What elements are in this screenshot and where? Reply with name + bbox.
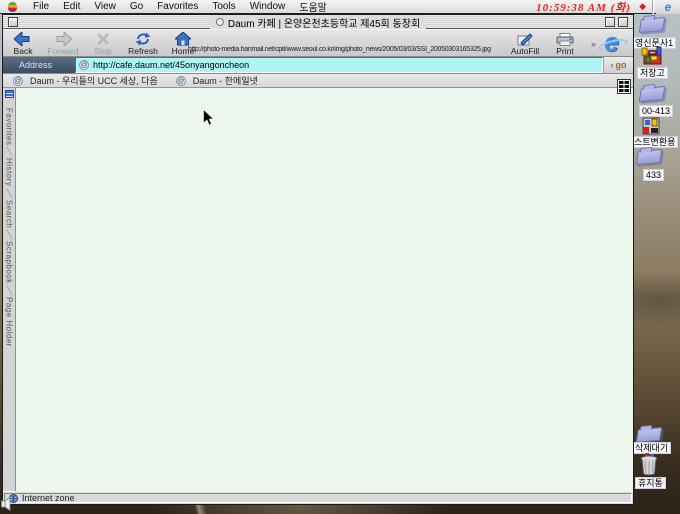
forward-label: Forward — [47, 46, 79, 56]
menubar-divider — [652, 0, 654, 14]
desktop-icon-label: 433 — [643, 169, 665, 181]
desktop-icon-folder-3[interactable] — [635, 148, 663, 166]
window-title: Daum 카페 | 온양온천초등학교 제45회 동창회 — [227, 18, 421, 30]
favorites-link-daum-ucc[interactable]: @ Daum - 우리들의 UCC 세상, 다음 — [13, 74, 158, 87]
print-label: Print — [556, 46, 574, 56]
address-label: Address — [3, 57, 75, 73]
desktop-icon-folder-2[interactable] — [638, 85, 666, 103]
autofill-label: AutoFill — [510, 46, 540, 56]
address-input[interactable]: @ http://cafe.daum.net/45onyangoncheon — [75, 57, 603, 73]
apple-menu-icon[interactable] — [8, 1, 17, 12]
tab-history[interactable]: History — [5, 158, 14, 186]
menubar-clock[interactable]: 10:59:38 AM (화) — [536, 0, 631, 15]
address-value: http://cafe.daum.net/45onyangoncheon — [93, 60, 250, 70]
desktop-icon-label: 스트변환용 — [631, 136, 679, 148]
tab-divider — [5, 285, 13, 296]
stop-button[interactable]: Stop — [83, 30, 123, 56]
trash-icon — [640, 453, 658, 476]
title-bar[interactable]: Daum 카페 | 온양온천초등학교 제45회 동창회 — [3, 15, 633, 30]
grid-widget-icon[interactable] — [617, 79, 631, 94]
close-box[interactable] — [8, 16, 18, 27]
menu-file[interactable]: File — [26, 1, 56, 12]
main-area: Favorites History Search Scrapbook Page … — [3, 88, 633, 491]
print-icon — [556, 32, 574, 46]
status-text: Internet zone — [22, 493, 75, 503]
collapse-box[interactable] — [618, 17, 628, 27]
page-content — [16, 88, 633, 491]
autofill-button[interactable]: AutoFill — [505, 30, 545, 56]
desktop-icon-label: 00-413 — [639, 105, 674, 117]
screen: 영신문사1 저장고 00-413 스트변환용 433 삭제대기 휴지통 File… — [0, 0, 680, 514]
ie-logo: e — [597, 27, 629, 57]
tab-divider — [5, 146, 13, 157]
menu-go[interactable]: Go — [123, 1, 150, 12]
tab-divider — [5, 188, 13, 199]
alert-diamond-icon: ◆ — [639, 1, 646, 11]
tab-search[interactable]: Search — [5, 200, 14, 228]
mouse-cursor — [203, 109, 214, 126]
forward-icon — [56, 32, 72, 46]
title-wrap: Daum 카페 | 온양온천초등학교 제45회 동창회 — [209, 15, 427, 30]
page-icon — [215, 18, 224, 26]
application-menu[interactable]: e — [656, 0, 680, 14]
tab-page-holder[interactable]: Page Holder — [5, 297, 14, 347]
refresh-icon — [135, 32, 151, 46]
stop-label: Stop — [94, 46, 112, 56]
menu-window[interactable]: Window — [243, 1, 293, 12]
back-button[interactable]: Back — [3, 30, 43, 56]
tab-scrapbook[interactable]: Scrapbook — [5, 241, 14, 284]
favorites-bar: @ Daum - 우리들의 UCC 세상, 다음 @ Daum - 한메일넷 — [3, 74, 633, 88]
menu-view[interactable]: View — [87, 1, 123, 12]
refresh-label: Refresh — [128, 46, 158, 56]
forward-button[interactable]: Forward — [43, 30, 83, 56]
status-bar: Internet zone — [3, 491, 633, 504]
status-panel: Internet zone — [4, 493, 632, 503]
favorites-link-label: Daum - 우리들의 UCC 세상, 다음 — [30, 76, 158, 86]
autofill-icon — [517, 32, 533, 46]
address-bar: Address @ http://cafe.daum.net/45onyango… — [3, 57, 633, 74]
menu-help[interactable]: 도움말 — [292, 0, 334, 14]
zoom-box[interactable] — [605, 17, 615, 27]
desktop-icon-folder-4[interactable] — [635, 426, 663, 444]
stop-icon — [96, 32, 110, 46]
back-icon — [14, 32, 30, 46]
toolbar-overflow-chevron[interactable]: » — [591, 39, 596, 49]
menu-bar: File Edit View Go Favorites Tools Window… — [0, 0, 680, 14]
back-label: Back — [13, 46, 33, 56]
desktop-icon-folder-1[interactable] — [638, 16, 666, 34]
speaker-icon[interactable] — [1, 497, 12, 511]
toolbar-url-text: http://photo-media.hanmail.net/cpit/www.… — [188, 46, 491, 53]
menu-tools[interactable]: Tools — [205, 1, 242, 12]
toolbar: Back Forward Stop Refresh Home http://ph… — [3, 27, 633, 57]
browser-window: Daum 카페 | 온양온천초등학교 제45회 동창회 Back Forward — [2, 14, 634, 505]
refresh-button[interactable]: Refresh — [123, 30, 163, 56]
favicon-icon: @ — [175, 75, 186, 86]
menu-edit[interactable]: Edit — [56, 1, 87, 12]
folder-icon — [638, 85, 666, 103]
folder-icon — [638, 16, 666, 34]
home-icon — [175, 32, 191, 46]
tab-favorites[interactable]: Favorites — [5, 108, 14, 145]
print-button[interactable]: Print — [545, 30, 585, 56]
folder-icon — [635, 148, 663, 166]
favorites-link-label: Daum - 한메일넷 — [192, 76, 258, 86]
toolbox-icon — [641, 46, 662, 65]
go-label: go — [615, 60, 627, 70]
explorer-tab-strip: Favorites History Search Scrapbook Page … — [3, 88, 16, 491]
tab-divider — [5, 229, 13, 240]
menu-favorites[interactable]: Favorites — [150, 1, 205, 12]
ie-menu-icon: e — [664, 0, 672, 14]
desktop-icon-label: 휴지통 — [635, 477, 666, 489]
favicon-icon: @ — [13, 75, 23, 86]
folder-icon — [635, 426, 663, 444]
go-arrow: › — [610, 60, 614, 70]
go-button[interactable]: › go — [603, 57, 633, 73]
app-icon — [642, 117, 660, 135]
favorites-link-hanmail[interactable]: @ Daum - 한메일넷 — [175, 74, 258, 87]
explorer-bar-icon[interactable] — [4, 90, 14, 98]
address-favicon: @ — [79, 60, 89, 70]
desktop-icon-label: 저장고 — [637, 67, 668, 79]
